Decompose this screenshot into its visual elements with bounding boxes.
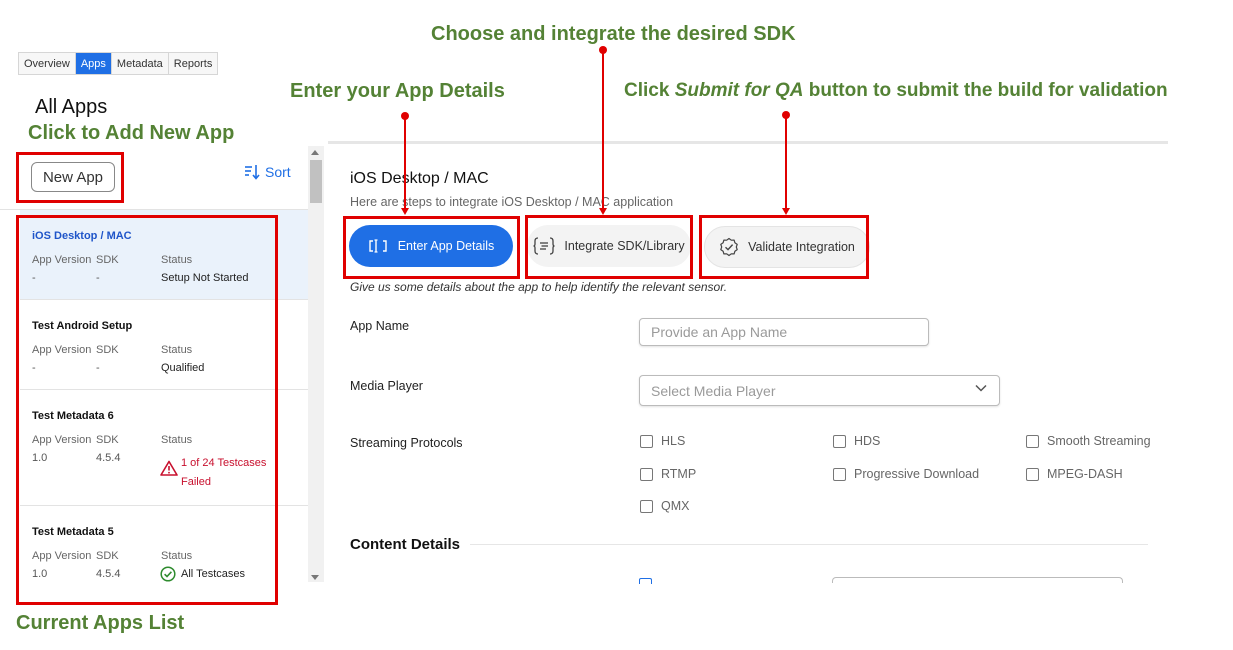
protocol-rtmp-checkbox[interactable]: RTMP (640, 467, 696, 481)
scroll-up-icon[interactable] (311, 150, 319, 155)
protocol-label: QMX (661, 499, 690, 513)
app-name-label: App Name (350, 319, 410, 333)
page-title: All Apps (35, 96, 108, 118)
annotation-current-apps-list: Current Apps List (16, 612, 185, 634)
annotation-choose-sdk: Choose and integrate the desired SDK (431, 23, 796, 45)
tab-metadata[interactable]: Metadata (112, 53, 169, 74)
annotation-submit-suffix: button to submit the build for validatio… (803, 80, 1168, 101)
sort-icon (245, 165, 260, 180)
highlight-enter-details (343, 216, 520, 279)
protocol-qmx-checkbox[interactable]: QMX (640, 499, 689, 513)
protocol-smooth-streaming-checkbox[interactable]: Smooth Streaming (1026, 434, 1151, 448)
protocol-label: HLS (661, 434, 686, 448)
protocol-hls-checkbox[interactable]: HLS (640, 434, 685, 448)
app-title: iOS Desktop / MAC (350, 170, 489, 187)
arrow-line (602, 50, 604, 208)
highlight-integrate-sdk (525, 215, 693, 279)
content-divider (470, 544, 1148, 545)
scrollbar-thumb[interactable] (310, 160, 322, 203)
arrow-head-icon (401, 208, 409, 215)
top-tabs: Overview Apps Metadata Reports (18, 52, 219, 75)
app-name-input[interactable]: Provide an App Name (639, 318, 929, 346)
arrow-head-icon (782, 208, 790, 215)
content-checkbox-partial[interactable] (639, 578, 652, 584)
annotation-submit-qa: Click Submit for QA button to submit the… (624, 80, 1168, 102)
checkbox-box[interactable] (1026, 434, 1039, 448)
annotation-submit-italic: Submit for QA (674, 80, 804, 101)
arrow-line (785, 115, 787, 208)
help-text: Give us some details about the app to he… (350, 280, 728, 294)
annotation-add-new-app: Click to Add New App (28, 122, 235, 144)
arrow-line (404, 116, 406, 208)
content-details-heading: Content Details (350, 536, 461, 553)
tab-overview[interactable]: Overview (19, 53, 76, 74)
checkbox-box[interactable] (833, 467, 846, 481)
tab-reports[interactable]: Reports (169, 53, 218, 74)
highlight-apps-list (16, 215, 278, 605)
protocol-label: MPEG-DASH (1047, 467, 1123, 481)
scrollbar-track[interactable] (308, 146, 324, 582)
scroll-down-icon[interactable] (311, 575, 319, 580)
media-player-select[interactable]: Select Media Player (639, 375, 1000, 406)
protocol-hds-checkbox[interactable]: HDS (833, 434, 880, 448)
tab-apps[interactable]: Apps (75, 53, 112, 74)
streaming-protocols-label: Streaming Protocols (350, 436, 463, 450)
chevron-down-icon[interactable] (975, 384, 987, 392)
checkbox-box[interactable] (640, 467, 653, 481)
protocol-progressive-download-checkbox[interactable]: Progressive Download (833, 467, 979, 481)
media-player-label: Media Player (350, 379, 423, 393)
protocol-label: HDS (854, 434, 881, 448)
annotation-enter-details: Enter your App Details (290, 80, 505, 102)
protocol-label: RTMP (661, 467, 697, 481)
protocol-mpeg-dash-checkbox[interactable]: MPEG-DASH (1026, 467, 1123, 481)
checkbox-box[interactable] (640, 434, 653, 448)
top-divider (328, 141, 1168, 144)
protocol-label: Progressive Download (854, 467, 980, 481)
highlight-validate (699, 215, 869, 279)
app-subtitle: Here are steps to integrate iOS Desktop … (350, 195, 674, 209)
annotation-submit-prefix: Click (624, 80, 675, 101)
sort-label: Sort (265, 164, 291, 180)
sort-button[interactable]: Sort (244, 164, 291, 180)
checkbox-box[interactable] (833, 434, 846, 448)
arrow-head-icon (599, 208, 607, 215)
checkbox-box[interactable] (640, 499, 653, 513)
highlight-new-app (16, 152, 124, 203)
checkbox-box[interactable] (1026, 467, 1039, 481)
protocol-label: Smooth Streaming (1047, 434, 1151, 448)
content-input-partial[interactable] (832, 577, 1123, 583)
